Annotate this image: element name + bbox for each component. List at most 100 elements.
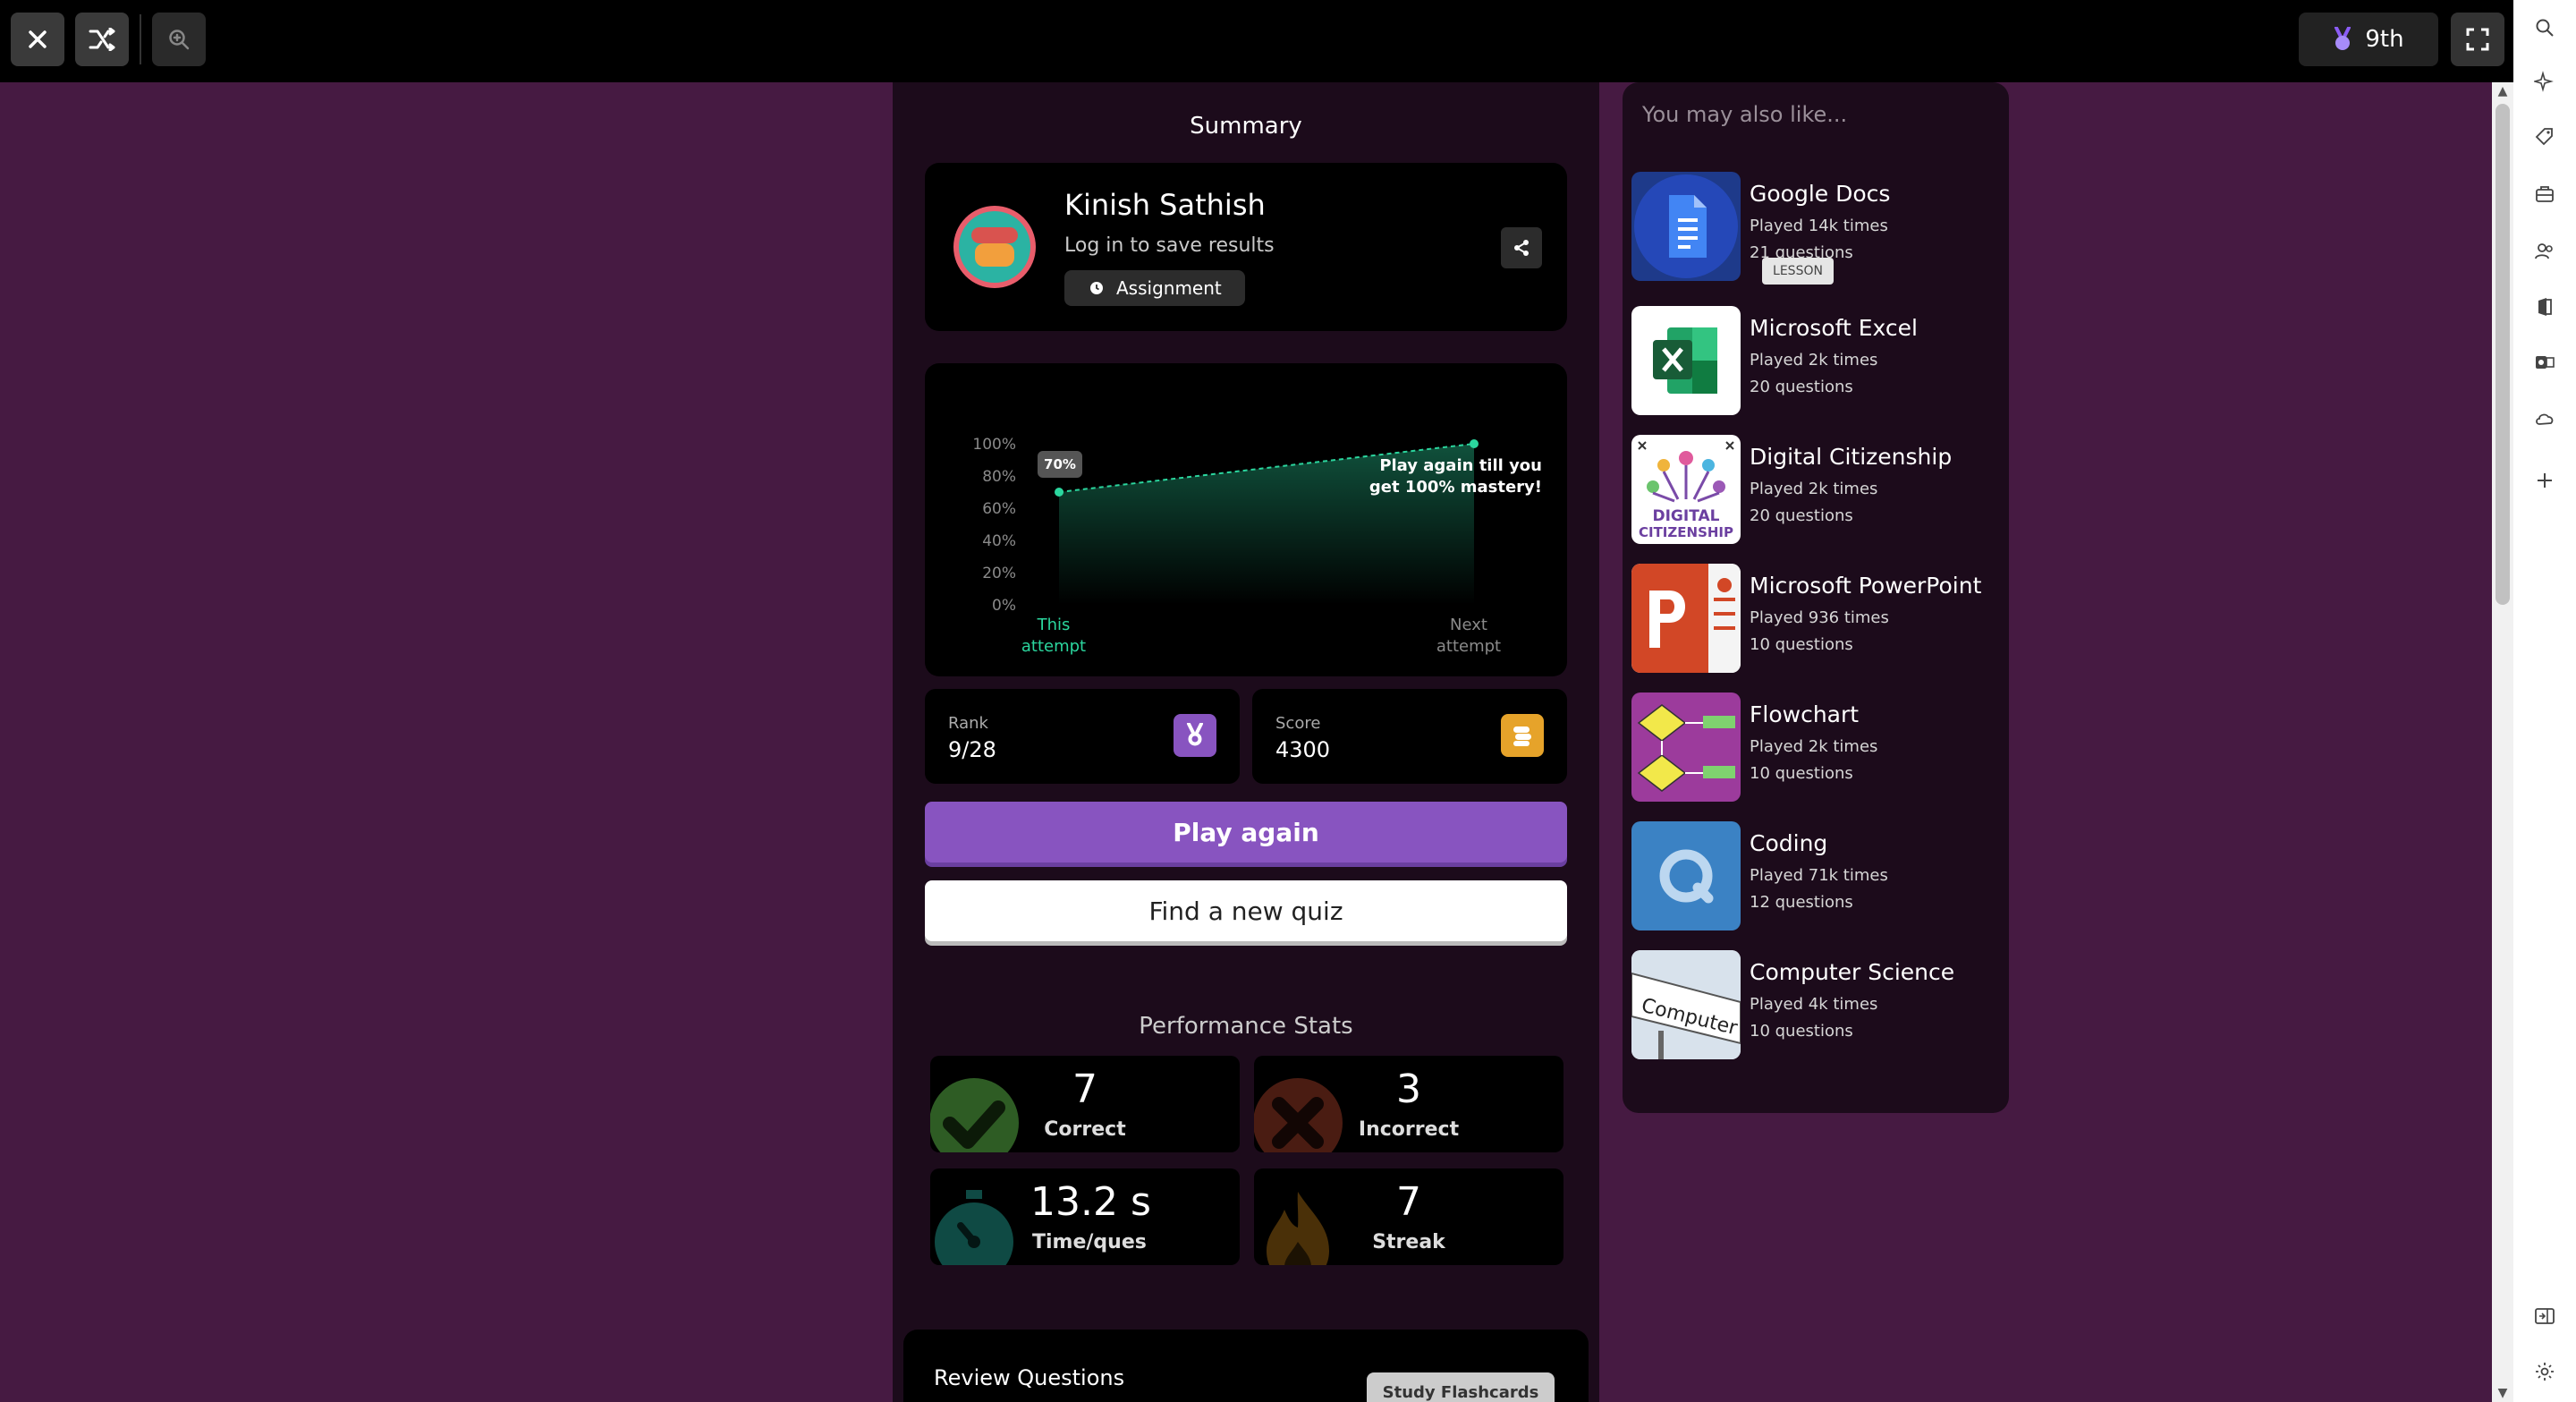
review-questions-title: Review Questions — [934, 1365, 1125, 1390]
flowchart-icon — [1631, 693, 1741, 802]
recommendations-title: You may also like... — [1642, 102, 1848, 127]
assignment-badge: Assignment — [1064, 270, 1245, 306]
rec-played: Played 14k times — [1750, 217, 1888, 235]
rec-item-excel[interactable]: Microsoft Excel Played 2k times 20 quest… — [1631, 306, 1998, 415]
coins-icon — [1501, 714, 1544, 757]
streak-label: Streak — [1372, 1231, 1445, 1253]
medal-icon — [2334, 27, 2351, 50]
score-card: Score 4300 — [1252, 689, 1567, 784]
rec-item-computer-science[interactable]: Computer Sci Computer Science Played 4k … — [1631, 950, 1998, 1059]
rec-played: Played 4k times — [1750, 995, 1878, 1014]
rank-label: Rank — [948, 714, 988, 733]
shuffle-icon — [89, 28, 115, 51]
powerpoint-icon — [1631, 564, 1741, 673]
digital-citizenship-icon: DIGITAL CITIZENSHIP — [1631, 435, 1741, 544]
rank-indicator[interactable]: 9th — [2299, 13, 2438, 66]
outlook-icon[interactable] — [2531, 349, 2558, 376]
point-label: 70% — [1044, 456, 1076, 472]
share-icon — [1514, 240, 1529, 256]
thumb-text-line2: CITIZENSHIP — [1639, 524, 1733, 540]
rec-title: Coding — [1750, 830, 1828, 856]
clock-icon — [1090, 282, 1103, 294]
correct-label: Correct — [1044, 1118, 1126, 1141]
review-questions-section: Review Questions Study Flashcards — [903, 1330, 1589, 1402]
summary-panel: Summary Kinish Sathish Log in to save re… — [893, 82, 1599, 1402]
zoom-button[interactable] — [152, 13, 206, 66]
play-again-button[interactable]: Play again — [925, 802, 1567, 862]
data-point — [1470, 439, 1479, 448]
fullscreen-icon — [2466, 28, 2489, 51]
incorrect-label: Incorrect — [1358, 1118, 1460, 1141]
lesson-badge: LESSON — [1762, 258, 1834, 285]
time-label: Time/ques — [1032, 1231, 1147, 1253]
toolbar-divider — [140, 14, 141, 64]
shuffle-button[interactable] — [75, 13, 129, 66]
sparkle-icon[interactable] — [2531, 68, 2558, 95]
y-tick-label: 20% — [982, 565, 1016, 582]
fullscreen-button[interactable] — [2451, 13, 2504, 66]
y-tick-label: 40% — [982, 532, 1016, 550]
y-tick-label: 0% — [992, 597, 1016, 615]
office-icon[interactable] — [2531, 293, 2558, 320]
scroll-down-icon[interactable]: ▼ — [2492, 1384, 2513, 1402]
cloud-icon[interactable] — [2531, 406, 2558, 433]
study-flashcards-button[interactable]: Study Flashcards — [1367, 1372, 1555, 1402]
thumb-text-line1: DIGITAL — [1653, 507, 1720, 525]
scroll-up-icon[interactable]: ▲ — [2492, 82, 2513, 100]
y-tick-label: 80% — [982, 468, 1016, 486]
page-scrollbar[interactable]: ▲ ▼ — [2492, 82, 2513, 1402]
rec-played: Played 936 times — [1750, 608, 1889, 627]
correct-value: 7 — [1072, 1066, 1097, 1112]
browser-sidebar — [2513, 0, 2576, 1402]
mastery-annotation: get 100% mastery! — [1369, 478, 1542, 497]
incorrect-stat: 3 Incorrect — [1254, 1056, 1563, 1152]
google-docs-icon — [1631, 172, 1741, 281]
rec-title: Microsoft Excel — [1750, 315, 1918, 341]
scrollbar-thumb[interactable] — [2496, 104, 2510, 605]
rec-item-digital-citizenship[interactable]: DIGITAL CITIZENSHIP Digital Citizenship … — [1631, 435, 1998, 544]
time-value: 13.2 s — [1030, 1179, 1151, 1225]
share-button[interactable] — [1501, 227, 1542, 268]
rec-title: Computer Science — [1750, 959, 1955, 985]
settings-icon[interactable] — [2531, 1358, 2558, 1385]
assignment-label: Assignment — [1116, 277, 1222, 299]
mastery-annotation: Play again till you — [1379, 456, 1542, 475]
excel-icon — [1631, 306, 1741, 415]
tag-icon[interactable] — [2531, 123, 2558, 150]
streak-stat: 7 Streak — [1254, 1168, 1563, 1265]
performance-stats-title: Performance Stats — [1139, 1013, 1353, 1040]
add-icon[interactable] — [2531, 467, 2558, 494]
y-tick-label: 100% — [972, 436, 1016, 454]
y-tick-label: 60% — [982, 500, 1016, 518]
x-tick-label: Next — [1450, 616, 1487, 634]
sidebar-toggle-icon[interactable] — [2531, 1303, 2558, 1330]
rec-item-flowchart[interactable]: Flowchart Played 2k times 10 questions — [1631, 693, 1998, 802]
mastery-chart: 100% 80% 60% 40% 20% 0% 70% Play again till you… — [972, 436, 1542, 656]
score-value: 4300 — [1275, 737, 1331, 762]
rec-item-powerpoint[interactable]: Microsoft PowerPoint Played 936 times 10… — [1631, 564, 1998, 673]
rec-played: Played 2k times — [1750, 351, 1878, 370]
page-title: Summary — [1190, 113, 1302, 140]
toolbox-icon[interactable] — [2531, 181, 2558, 208]
find-new-quiz-button[interactable]: Find a new quiz — [925, 880, 1567, 941]
stopwatch-icon — [935, 1190, 1013, 1265]
login-prompt[interactable]: Log in to save results — [1064, 234, 1275, 257]
x-tick-label: attempt — [1436, 637, 1501, 656]
rank-value: 9/28 — [948, 737, 996, 762]
recommendations-panel: You may also like... Google Docs Played … — [1623, 82, 2009, 1113]
rec-title: Flowchart — [1750, 701, 1860, 727]
rec-played: Played 71k times — [1750, 866, 1888, 885]
close-button[interactable] — [11, 13, 64, 66]
people-icon[interactable] — [2531, 238, 2558, 265]
streak-value: 7 — [1396, 1179, 1421, 1225]
computer-science-icon: Computer Sci — [1631, 950, 1741, 1059]
rec-questions: 20 questions — [1750, 506, 1853, 525]
rec-questions: 12 questions — [1750, 893, 1853, 912]
zoom-icon — [169, 30, 190, 50]
search-icon[interactable] — [2531, 14, 2558, 41]
rank-text: 9th — [2365, 26, 2404, 53]
rec-questions: 20 questions — [1750, 378, 1853, 396]
rec-title: Digital Citizenship — [1750, 444, 1953, 470]
rec-item-coding[interactable]: Coding Played 71k times 12 questions — [1631, 821, 1998, 930]
rec-questions: 10 questions — [1750, 764, 1853, 783]
